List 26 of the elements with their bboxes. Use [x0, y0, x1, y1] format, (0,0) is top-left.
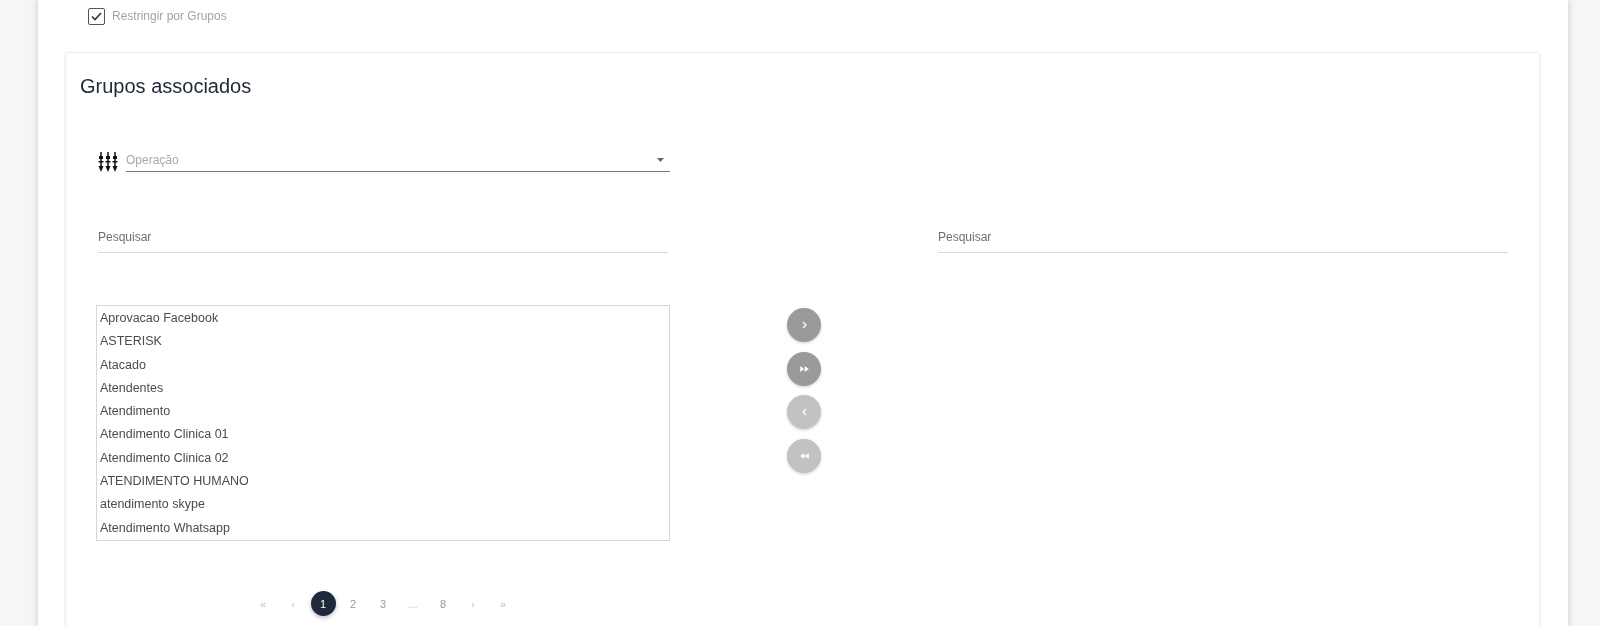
- list-item[interactable]: atendimento skype: [97, 493, 669, 517]
- checkmark-icon: [91, 12, 102, 21]
- move-all-right-button[interactable]: [787, 351, 821, 386]
- section-title: Grupos associados: [80, 74, 253, 98]
- checkbox[interactable]: [88, 8, 105, 25]
- chevron-left-icon: [800, 408, 808, 416]
- search-field[interactable]: Pesquisar: [98, 224, 668, 253]
- list-item[interactable]: Aprovacao Facebook: [97, 307, 669, 331]
- search-field[interactable]: Pesquisar: [938, 224, 1508, 253]
- chevron-right-icon: [800, 321, 808, 329]
- list-item[interactable]: Atendimento Whatsapp: [97, 516, 669, 540]
- list-item[interactable]: Atendimento Clinica 01: [97, 423, 669, 447]
- caret-icon: [657, 158, 664, 162]
- list-item[interactable]: Atendentes: [97, 376, 669, 401]
- double-triangle-right-icon: [799, 364, 809, 373]
- checkbox-label: Restringir por Grupos: [112, 8, 227, 25]
- sliders-icon: [98, 152, 118, 172]
- move-right-button[interactable]: [787, 308, 821, 342]
- page-button[interactable]: 1: [310, 591, 336, 616]
- list-item[interactable]: ASTERISK: [97, 330, 669, 354]
- list-item[interactable]: Atacado: [97, 353, 669, 377]
- pagination-ellipsis: ...: [407, 597, 419, 610]
- double-triangle-left-icon: [799, 451, 809, 460]
- list-item[interactable]: ATENDIMENTO HUMANO: [97, 470, 669, 494]
- list-item[interactable]: Atendimento: [97, 400, 669, 424]
- list-item[interactable]: Atendimento Clinica 02: [97, 446, 669, 471]
